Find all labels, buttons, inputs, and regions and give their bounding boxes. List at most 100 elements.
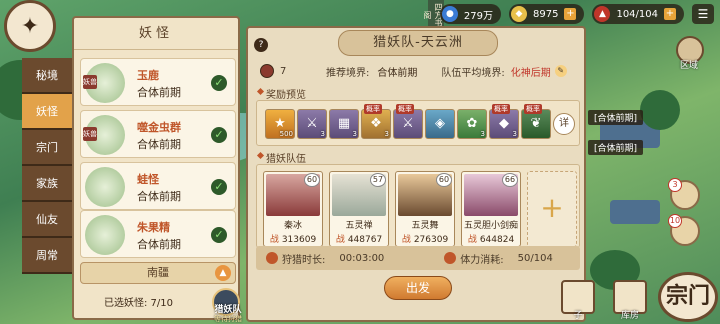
tab-zongmen[interactable]: 宗门 — [22, 130, 72, 166]
chevron-up-icon: ▲ — [215, 265, 231, 281]
stamina-icon — [444, 252, 457, 264]
section-title: 猎妖队伍 — [258, 150, 306, 165]
book-icon[interactable]: 10 — [668, 214, 700, 246]
hunt-team-status: 等待狩猎 — [214, 315, 242, 323]
badge-count: 3 — [668, 178, 682, 192]
resource-value: 104/104 — [616, 8, 658, 20]
menu-icon[interactable]: ☰ — [692, 4, 714, 24]
team-member-card[interactable]: 60 五灵舞 战 276309 — [395, 171, 455, 247]
power-label: 战 — [269, 235, 279, 245]
tab-mijing[interactable]: 秘境 — [22, 58, 72, 94]
nav-child[interactable]: 子 — [558, 280, 598, 321]
power-value: 448767 — [347, 235, 383, 245]
panel-title: 猎妖队-天云洲 — [338, 30, 498, 56]
reward-count: 3 — [320, 130, 325, 138]
member-level: 66 — [502, 173, 518, 187]
clock-icon — [266, 252, 278, 264]
monster-realm: 合体前期 — [137, 138, 181, 151]
badge-count: 10 — [668, 214, 682, 228]
count-value: 7 — [280, 65, 287, 77]
panel-title: 妖怪 — [74, 18, 238, 50]
reward-item[interactable]: 概率 ◆ 3 — [489, 104, 519, 139]
yaoguai-item[interactable]: 妖兽 噬金虫群 合体前期 ✓ — [80, 110, 236, 158]
resource-value: 279万 — [463, 10, 493, 22]
recommended-value: 合体前期 — [377, 67, 418, 79]
reward-detail-button[interactable]: 详 — [553, 113, 575, 135]
power-label: 战 — [467, 235, 477, 245]
power-label: 战 — [335, 235, 345, 245]
check-icon[interactable]: ✓ — [211, 127, 227, 143]
add-member-slot[interactable]: + — [527, 171, 577, 247]
hunt-team-button[interactable]: 猎妖队 等待狩猎 — [204, 288, 248, 324]
region-label: 南疆 — [147, 266, 169, 279]
reward-count: 3 — [512, 130, 517, 138]
back-fan-icon[interactable]: ✦ — [4, 0, 56, 52]
help-icon[interactable]: ? — [254, 38, 268, 52]
sword-icon: ⚔ — [402, 116, 414, 131]
reward-count: 500 — [279, 130, 293, 138]
map-location-label[interactable]: [合体前期] — [588, 140, 644, 155]
power-value: 276309 — [413, 235, 449, 245]
tab-zhouchang[interactable]: 周常 — [22, 238, 72, 274]
reward-item[interactable]: 概率 ⚔ — [393, 104, 423, 139]
nav-label: 库房 — [620, 311, 639, 321]
map-location-label[interactable]: [合体前期] — [588, 110, 644, 125]
region-label: 区域 — [680, 61, 699, 71]
check-icon[interactable]: ✓ — [211, 75, 227, 91]
tab-jiazu[interactable]: 家族 — [22, 166, 72, 202]
member-level: 57 — [370, 173, 386, 187]
member-name: 五灵舞 — [411, 221, 439, 231]
add-icon[interactable]: + — [564, 8, 577, 20]
sect-button[interactable]: 宗门 — [658, 272, 718, 322]
monster-avatar — [85, 215, 125, 255]
member-power: 战 448767 — [330, 232, 388, 245]
power-value: 313609 — [281, 235, 317, 245]
power-value: 644824 — [479, 235, 515, 245]
reward-item[interactable]: 概率 ❖ 3 — [361, 104, 391, 139]
member-name: 五灵禅 — [345, 221, 373, 231]
yaoguai-item[interactable]: 妖兽 玉鹿 合体前期 ✓ — [80, 58, 236, 106]
monster-avatar — [85, 167, 125, 207]
monster-name: 玉鹿 — [137, 69, 159, 82]
reward-item[interactable]: ★ 500 — [265, 109, 295, 139]
recommended-label: 推荐境界: — [326, 67, 370, 79]
team-member-card[interactable]: 57 五灵禅 战 448767 — [329, 171, 389, 247]
water-drop-icon: ● — [441, 6, 458, 22]
member-power: 战 313609 — [264, 232, 322, 245]
edit-icon[interactable]: ✎ — [554, 65, 567, 77]
reward-count: 3 — [384, 130, 389, 138]
reward-item[interactable]: 概率 ❦ — [521, 104, 551, 139]
yaoguai-item[interactable]: 蛙怪 合体前期 ✓ — [80, 162, 236, 210]
event-icon[interactable]: 3 — [668, 178, 700, 210]
monster-name: 蛙怪 — [137, 173, 159, 186]
resource-value: 8975 — [533, 8, 559, 20]
selected-count: 已选妖怪: 7/10 — [104, 298, 174, 309]
team-member-card[interactable]: 66 五灵胆小剑痴 战 644824 — [461, 171, 521, 247]
check-icon[interactable]: ✓ — [211, 179, 227, 195]
monster-count: 7 — [260, 64, 320, 78]
time-label: 狩猎时长: — [282, 254, 326, 266]
region-selector[interactable]: 南疆 ▲ — [80, 262, 236, 284]
reward-count: 3 — [480, 130, 485, 138]
reward-item[interactable]: ◈ — [425, 109, 455, 139]
power-label: 战 — [401, 235, 411, 245]
yaoguai-item[interactable]: 朱果精 合体前期 ✓ — [80, 210, 236, 258]
reward-item[interactable]: ▦ 3 — [329, 109, 359, 139]
tab-xianyou[interactable]: 仙友 — [22, 202, 72, 238]
add-icon[interactable]: + — [664, 8, 676, 20]
check-icon[interactable]: ✓ — [211, 227, 227, 243]
resource-spirit-stone[interactable]: ◆ 8975 + — [509, 4, 585, 24]
reward-item[interactable]: ✿ 3 — [457, 109, 487, 139]
resource-water[interactable]: ● 279万 — [439, 4, 501, 24]
member-name: 秦冰 — [283, 221, 302, 231]
depart-button[interactable]: 出发 — [384, 276, 452, 300]
team-member-card[interactable]: 60 秦冰 战 313609 — [263, 171, 323, 247]
spirit-stone-icon: ◆ — [511, 6, 527, 22]
nav-storehouse[interactable]: 库房 — [610, 280, 650, 321]
resource-stamina[interactable]: ▲ 104/104 + — [592, 4, 684, 24]
reward-item[interactable]: ⚔ 3 — [297, 109, 327, 139]
reward-list: ★ 500 ⚔ 3 ▦ 3 概率 ❖ 3 概率 ⚔ ◈ ✿ 3 概率 ◆ 3 概率 ❦ 详 — [256, 100, 580, 146]
tab-yaoguai[interactable]: 妖怪 — [22, 94, 72, 130]
yaoguai-panel: 妖怪 妖兽 玉鹿 合体前期 ✓ 妖兽 噬金虫群 合体前期 ✓ 蛙怪 合体前期 ✓… — [72, 16, 240, 320]
monster-avatar: 妖兽 — [83, 115, 125, 155]
